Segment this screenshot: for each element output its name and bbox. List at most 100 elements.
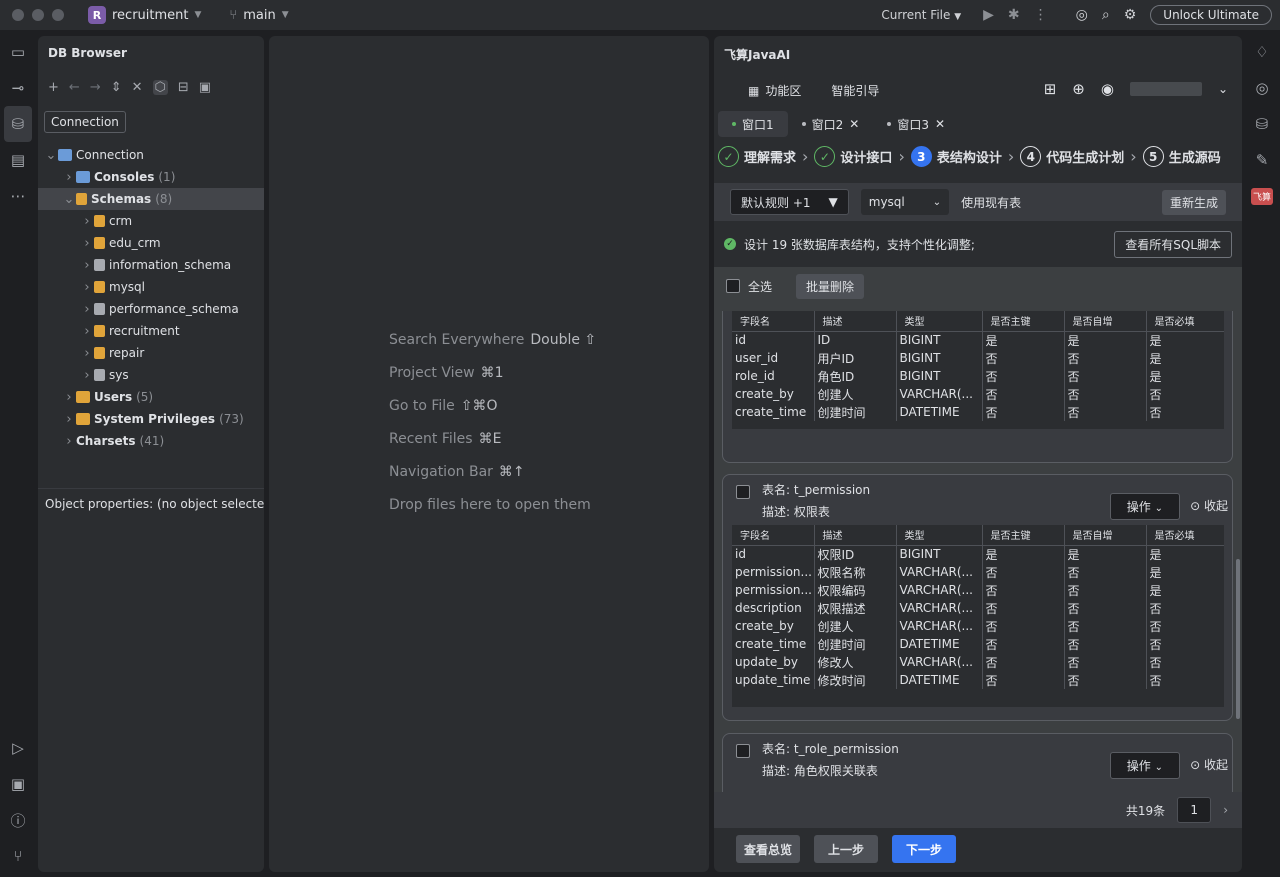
structure-icon[interactable]: ▤	[0, 142, 36, 178]
view-sql-button[interactable]: 查看所有SQL脚本	[1114, 230, 1232, 258]
minimize-window-button[interactable]	[32, 9, 44, 21]
services-icon[interactable]: ▷	[0, 730, 36, 766]
project-selector[interactable]: R recruitment ▼	[88, 6, 201, 24]
chevron-right-icon[interactable]: ›	[80, 214, 94, 229]
tree-node[interactable]: › Charsets (41)	[38, 430, 264, 452]
add-icon[interactable]: +	[48, 80, 59, 95]
terminal-icon[interactable]: ▣	[0, 766, 36, 802]
table-row[interactable]: create_by 创建人 VARCHAR(... 否否否	[732, 385, 1224, 403]
prev-step-button[interactable]: 上一步	[814, 835, 878, 863]
chevron-down-icon[interactable]: ⌄	[44, 148, 58, 163]
table-row[interactable]: update_time 修改时间 DATETIME 否否否	[732, 671, 1224, 689]
use-existing-table-option[interactable]: 使用现有表	[961, 194, 1021, 211]
tab-window-3[interactable]: 窗口3 ✕	[873, 111, 959, 137]
close-icon[interactable]: ✕	[935, 117, 945, 131]
chevron-right-icon[interactable]: ›	[80, 324, 94, 339]
wizard-step[interactable]: 5 生成源码	[1142, 146, 1221, 167]
terminal-icon[interactable]: ▣	[199, 80, 211, 95]
console-new-icon[interactable]: ⊟	[178, 80, 189, 95]
chevron-right-icon[interactable]: ›	[80, 280, 94, 295]
database-icon[interactable]: ⛁	[1244, 106, 1280, 142]
search-icon[interactable]: ⌕	[1102, 7, 1110, 23]
wizard-step[interactable]: 4 代码生成计划	[1020, 146, 1124, 167]
select-all-checkbox[interactable]	[726, 279, 740, 293]
table-row[interactable]: permission... 权限名称 VARCHAR(... 否否是	[732, 563, 1224, 581]
chevron-right-icon[interactable]: ›	[62, 170, 76, 185]
table-checkbox[interactable]	[736, 485, 750, 499]
tree-node[interactable]: ⌄ Connection	[38, 144, 264, 166]
back-icon[interactable]: ←	[69, 80, 80, 95]
chevron-right-icon[interactable]: ›	[62, 390, 76, 405]
commit-icon[interactable]: ⊸	[0, 70, 36, 106]
git-icon[interactable]: ⑂	[0, 838, 36, 874]
chevron-right-icon[interactable]: ›	[80, 368, 94, 383]
problems-icon[interactable]: ⓘ	[0, 802, 36, 838]
regenerate-button[interactable]: 重新生成	[1161, 189, 1226, 215]
wizard-step[interactable]: 3 表结构设计	[910, 146, 1002, 167]
table-row[interactable]: role_id 角色ID BIGINT 否否是	[732, 367, 1224, 385]
chevron-right-icon[interactable]: ›	[62, 412, 76, 427]
table-row[interactable]: create_time 创建时间 DATETIME 否否否	[732, 403, 1224, 421]
table-row[interactable]: permission... 权限编码 VARCHAR(... 否否是	[732, 581, 1224, 599]
unlock-ultimate-button[interactable]: Unlock Ultimate	[1150, 5, 1272, 25]
table-row[interactable]: user_id 用户ID BIGINT 否否是	[732, 349, 1224, 367]
add-circle-icon[interactable]: ⊕	[1072, 80, 1085, 98]
debug-icon[interactable]: ✱	[1008, 7, 1020, 23]
tree-node[interactable]: › edu_crm	[38, 232, 264, 254]
tree-node[interactable]: › sys	[38, 364, 264, 386]
db-type-select[interactable]: mysql ⌄	[860, 189, 950, 215]
tab-window-1[interactable]: 窗口1	[718, 111, 788, 137]
tree-node[interactable]: › performance_schema	[38, 298, 264, 320]
tab-window-2[interactable]: 窗口2 ✕	[788, 111, 874, 137]
operation-dropdown[interactable]: 操作 ⌄	[1109, 752, 1180, 779]
operation-dropdown[interactable]: 操作 ⌄	[1109, 493, 1180, 520]
tree-node[interactable]: ⌄ Schemas (8)	[38, 188, 264, 210]
close-icon[interactable]: ✕	[849, 117, 859, 131]
chevron-right-icon[interactable]: ›	[80, 258, 94, 273]
ai-chat-icon[interactable]: ◎	[1244, 70, 1280, 106]
run-icon[interactable]: ▶	[983, 7, 994, 23]
rule-dropdown[interactable]: 默认规则 +1 ▼	[730, 189, 849, 215]
calendar-icon[interactable]: ⊞	[1044, 80, 1057, 98]
next-page-icon[interactable]: ›	[1223, 803, 1228, 817]
table-row[interactable]: create_by 创建人 VARCHAR(... 否否否	[732, 617, 1224, 635]
collapse-button[interactable]: ⊙ 收起	[1190, 497, 1228, 514]
branch-selector[interactable]: ⑂ main ▼	[229, 8, 288, 23]
chevron-down-icon[interactable]: ⌄	[1218, 82, 1228, 96]
chevron-right-icon[interactable]: ›	[80, 236, 94, 251]
batch-delete-button[interactable]: 批量删除	[796, 273, 865, 299]
tree-node[interactable]: › information_schema	[38, 254, 264, 276]
next-step-button[interactable]: 下一步	[892, 835, 956, 863]
nav-function-area[interactable]: ▦ 功能区	[748, 82, 801, 99]
wizard-step[interactable]: ✓ 理解需求	[718, 146, 796, 167]
tree-node[interactable]: › Users (5)	[38, 386, 264, 408]
table-row[interactable]: create_time 创建时间 DATETIME 否否否	[732, 635, 1224, 653]
notifications-icon[interactable]: ♢	[1244, 34, 1280, 70]
table-row[interactable]: description 权限描述 VARCHAR(... 否否否	[732, 599, 1224, 617]
more-tools-icon[interactable]: ⋯	[0, 178, 36, 214]
maximize-window-button[interactable]	[52, 9, 64, 21]
chevron-right-icon[interactable]: ›	[80, 346, 94, 361]
chevron-right-icon[interactable]: ›	[62, 434, 76, 449]
run-config-selector[interactable]: Current File ▼	[881, 8, 961, 22]
wizard-step[interactable]: ✓ 设计接口	[814, 146, 892, 167]
tree-node[interactable]: › repair	[38, 342, 264, 364]
chevron-down-icon[interactable]: ⌄	[62, 192, 76, 207]
connection-icon[interactable]: ⬡	[152, 79, 168, 95]
table-row[interactable]: id ID BIGINT 是是是	[732, 331, 1224, 349]
folder-icon[interactable]: ▭	[0, 34, 36, 70]
tree-node[interactable]: › Consoles (1)	[38, 166, 264, 188]
tree-node[interactable]: › mysql	[38, 276, 264, 298]
tree-node[interactable]: › recruitment	[38, 320, 264, 342]
user-icon[interactable]: ◉	[1101, 80, 1114, 98]
assistant-icon[interactable]: ✎	[1244, 142, 1280, 178]
expand-all-icon[interactable]: ⇕	[111, 80, 122, 95]
ai-assistant-icon[interactable]: ◎	[1076, 7, 1088, 23]
forward-icon[interactable]: →	[90, 80, 101, 95]
chevron-right-icon[interactable]: ›	[80, 302, 94, 317]
tree-node[interactable]: › crm	[38, 210, 264, 232]
more-icon[interactable]: ⋮	[1034, 7, 1048, 23]
table-row[interactable]: update_by 修改人 VARCHAR(... 否否否	[732, 653, 1224, 671]
page-input[interactable]: 1	[1177, 797, 1212, 823]
table-row[interactable]: id 权限ID BIGINT 是是是	[732, 545, 1224, 563]
